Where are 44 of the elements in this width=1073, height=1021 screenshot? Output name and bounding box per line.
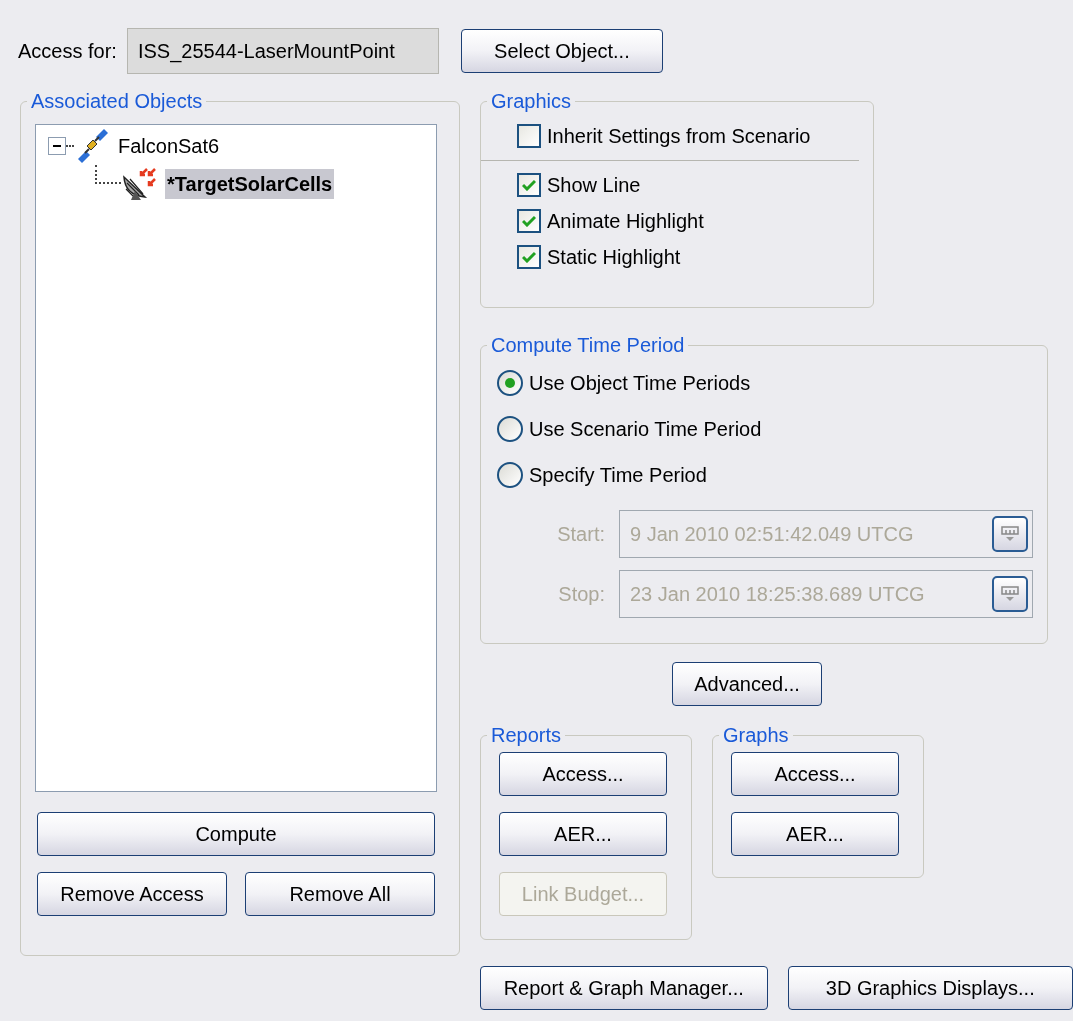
radio-label: Specify Time Period (529, 463, 707, 488)
radio-label: Use Object Time Periods (529, 371, 751, 396)
access-for-field: ISS_25544-LaserMountPoint (126, 28, 439, 74)
tree-connector (95, 165, 121, 184)
remove-button[interactable]: Remove Access (37, 872, 227, 916)
checkbox[interactable] (517, 209, 541, 233)
checkbox-label: Animate Highlight (547, 209, 704, 234)
checkbox[interactable] (517, 124, 541, 148)
group-title: Graphics (490, 89, 573, 114)
select-object-button[interactable]: Select Object... (460, 29, 663, 73)
check-icon (522, 215, 536, 227)
checkbox-label: Inherit Settings from Scenario (547, 124, 811, 149)
tree-item[interactable]: FalconSat6 (116, 131, 222, 161)
check-icon (522, 251, 536, 263)
target-dish-icon (121, 167, 157, 201)
tree-item[interactable]: *TargetSolarCells (165, 169, 335, 199)
time-label: Start: (556, 522, 605, 547)
radio-button[interactable] (497, 370, 523, 396)
advanced-button[interactable]: Advanced... (672, 662, 822, 706)
graph-button[interactable]: AER... (731, 812, 899, 856)
manager-button[interactable]: 3D Graphics Displays... (787, 966, 1073, 1010)
radio-button[interactable] (497, 462, 523, 488)
checkbox[interactable] (517, 245, 541, 269)
checkbox[interactable] (517, 173, 541, 197)
compute-button[interactable]: Compute (37, 812, 435, 856)
remove-button[interactable]: Remove All (245, 872, 435, 916)
access-for-label: Access for: (18, 39, 117, 64)
report-button[interactable]: Access... (499, 752, 667, 796)
calendar-icon (1000, 525, 1020, 543)
graph-button[interactable]: Access... (731, 752, 899, 796)
time-label: Stop: (557, 582, 605, 607)
calendar-icon (1000, 585, 1020, 603)
group-title: Graphs (722, 723, 790, 748)
radio-label: Use Scenario Time Period (529, 417, 762, 442)
checkbox-label: Show Line (547, 173, 641, 198)
report-button[interactable]: AER... (499, 812, 667, 856)
radio-button[interactable] (497, 416, 523, 442)
group-title: Associated Objects (30, 89, 204, 114)
collapse-toggle[interactable] (48, 137, 66, 155)
manager-button[interactable]: Report & Graph Manager... (480, 966, 768, 1010)
check-icon (522, 179, 536, 191)
group-title: Compute Time Period (490, 333, 686, 358)
group-title: Reports (490, 723, 563, 748)
checkbox-label: Static Highlight (547, 245, 681, 270)
